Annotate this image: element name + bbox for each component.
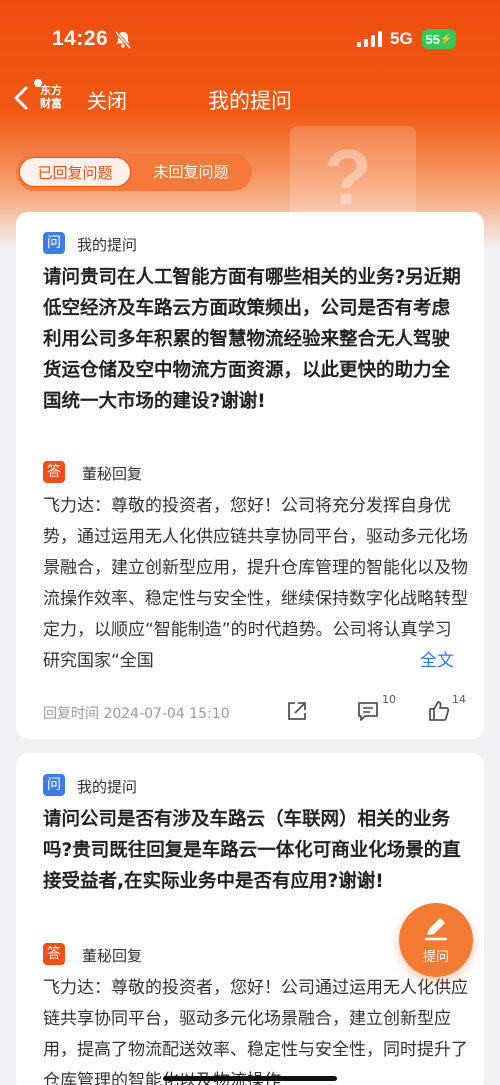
answer-label: 董秘回复 [82, 465, 143, 483]
signal-icon [357, 31, 382, 47]
full-text-link[interactable]: 全文 [392, 646, 454, 677]
like-count: 14 [452, 693, 466, 706]
page-title: 我的提问 [208, 89, 292, 113]
answer-badge: 答 [43, 461, 65, 483]
comment-icon[interactable] [356, 699, 380, 723]
ask-question-fab[interactable]: 提问 [399, 903, 473, 977]
question-label: 我的提问 [77, 236, 138, 254]
tab-replied[interactable]: 已回复问题 [19, 157, 131, 187]
battery-indicator: 55 ⚡ [422, 29, 456, 49]
question-label: 我的提问 [77, 778, 138, 796]
pencil-icon [424, 918, 448, 941]
fab-label: 提问 [422, 950, 449, 965]
answer-badge: 答 [43, 943, 65, 965]
question-badge: 问 [43, 774, 65, 796]
thumbs-up-icon[interactable] [427, 699, 451, 723]
question-badge: 问 [43, 232, 65, 254]
status-time: 14:26 [52, 27, 109, 50]
status-bar: 14:26 5G 55 ⚡ [0, 0, 500, 70]
reply-status-tabs: 已回复问题 未回复问题 [16, 153, 252, 191]
tab-unreplied[interactable]: 未回复问题 [135, 157, 247, 187]
network-type: 5G [390, 29, 413, 48]
answer-text: 飞力达：尊敬的投资者，您好！公司通过运用无人化供应链共享协同平台，驱动多元化场景… [43, 978, 468, 1085]
bell-muted-icon [114, 31, 132, 49]
qa-card[interactable]: 问 我的提问 请问贵司在人工智能方面有哪些相关的业务?另近期低空经济及车路云方面… [16, 212, 484, 739]
comment-count: 10 [382, 693, 396, 706]
reply-time: 回复时间 2024-07-04 15:10 [43, 706, 230, 722]
answer-label: 董秘回复 [82, 947, 143, 965]
home-indicator [163, 1076, 337, 1081]
question-text: 请问公司是否有涉及车路云（车联网）相关的业务吗?贵司既往回复是车路云一体化可商业… [43, 809, 461, 892]
share-icon[interactable] [285, 699, 309, 723]
charging-icon: ⚡ [440, 33, 453, 45]
question-text: 请问贵司在人工智能方面有哪些相关的业务?另近期低空经济及车路云方面政策频出，公司… [43, 267, 461, 412]
nav-bar: 东方 财富 关闭 我的提问 [0, 75, 500, 121]
battery-level: 55 [425, 31, 440, 47]
